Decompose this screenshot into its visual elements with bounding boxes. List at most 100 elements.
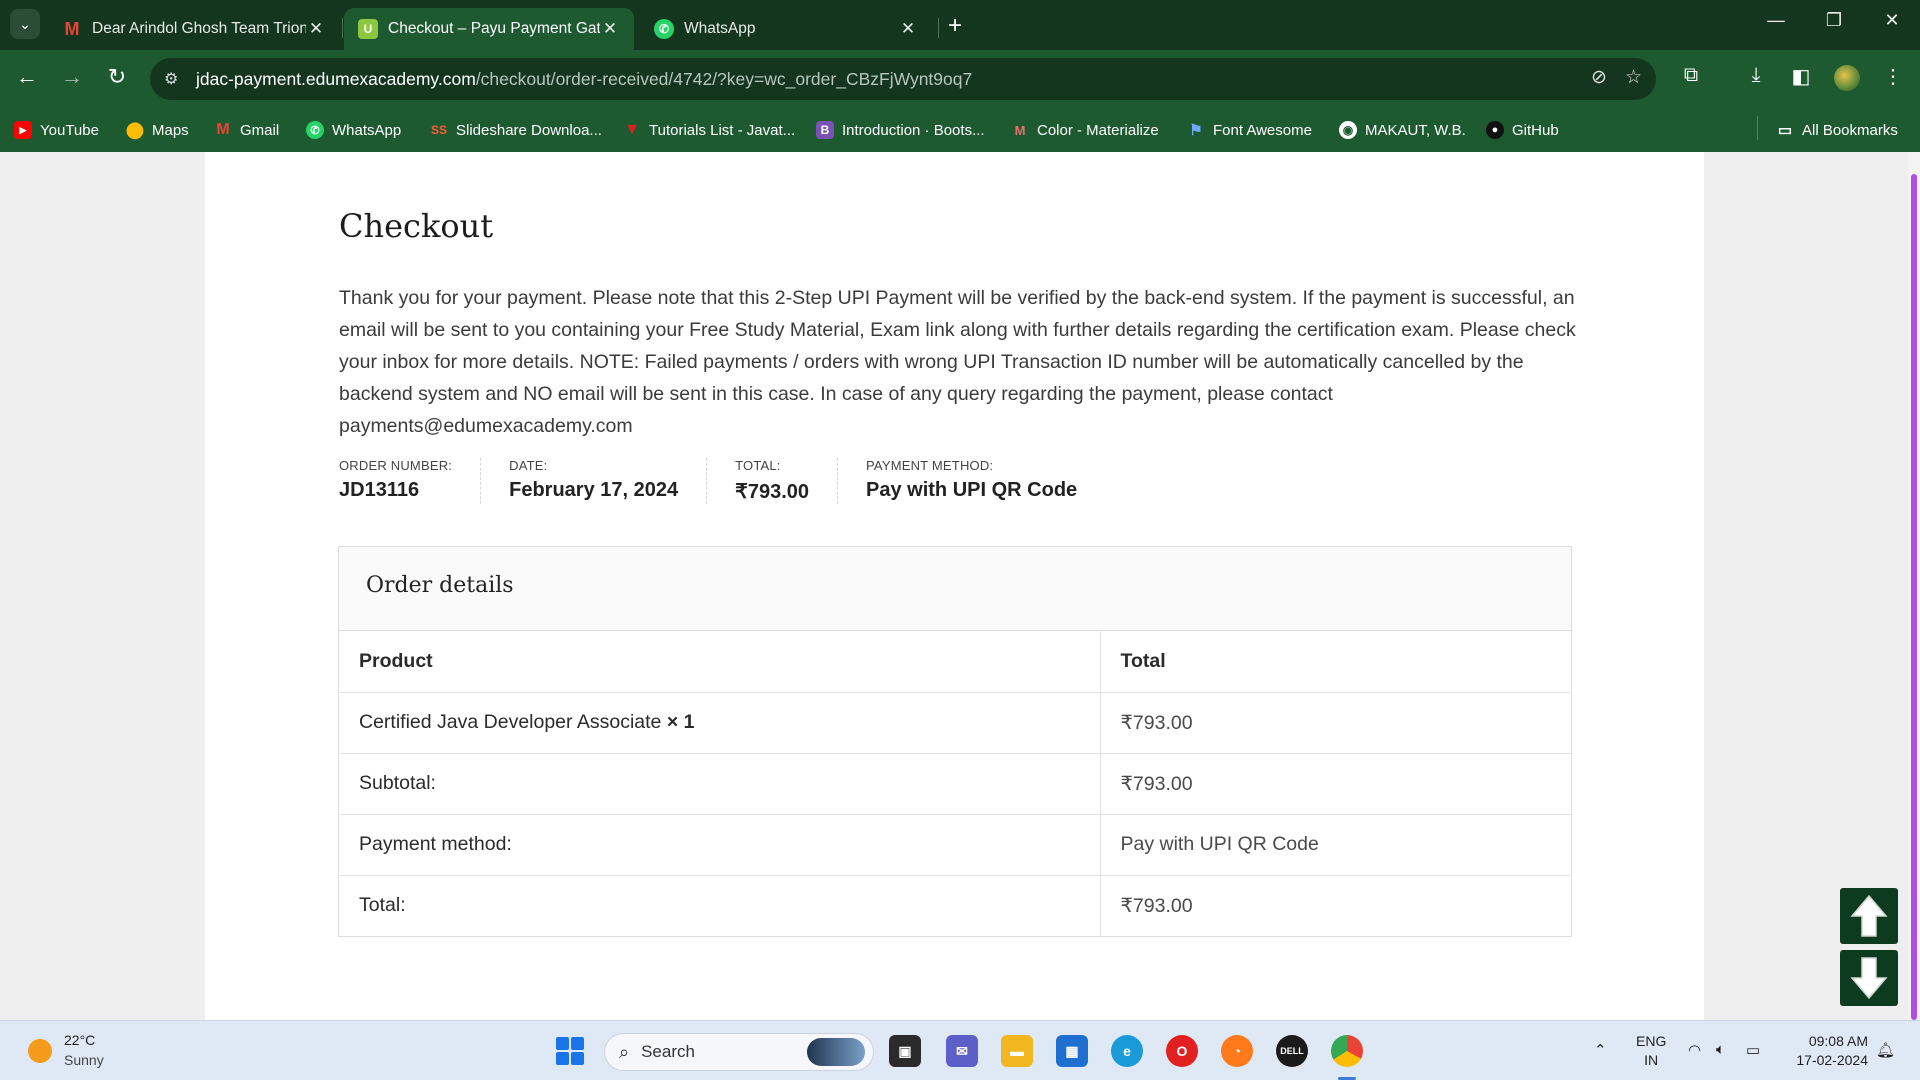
address-bar[interactable]: ⚙ jdac-payment.edumexacademy.com/checkou… xyxy=(150,58,1656,100)
scroll-down-button[interactable] xyxy=(1840,950,1898,1006)
download-icon[interactable]: ⤓ xyxy=(1741,64,1771,87)
windows-start-icon[interactable] xyxy=(556,1037,584,1065)
bookmark-gmail[interactable]: M Gmail xyxy=(214,116,279,144)
bookmark-javatpoint[interactable]: ▼ Tutorials List - Javat... xyxy=(623,116,795,144)
chrome-icon[interactable] xyxy=(1331,1035,1363,1067)
whatsapp-icon: ✆ xyxy=(654,19,674,39)
tab-search-button[interactable]: ⌄ xyxy=(10,9,40,39)
bookmark-slideshare[interactable]: SS Slideshare Downloa... xyxy=(430,116,602,144)
bookmark-label: YouTube xyxy=(40,121,99,139)
battery-icon[interactable]: ▭ xyxy=(1746,1041,1760,1059)
notification-bell-icon[interactable]: 🔔︎ xyxy=(1876,1041,1895,1059)
page-viewport: Checkout Thank you for your payment. Ple… xyxy=(0,152,1920,1020)
order-number-label: Order number: xyxy=(339,458,453,473)
tab-title: Dear Arindol Ghosh Team Trion xyxy=(92,20,306,37)
order-total-value: ₹793.00 xyxy=(735,481,810,503)
scrollbar-thumb[interactable] xyxy=(1911,174,1917,1020)
subtotal-label: Subtotal: xyxy=(339,753,1101,815)
bookmark-youtube[interactable]: ▶ YouTube xyxy=(14,116,99,144)
bookmark-whatsapp[interactable]: ✆ WhatsApp xyxy=(306,116,401,144)
chevron-up-icon[interactable]: ⌃ xyxy=(1594,1041,1607,1059)
bookmark-label: Introduction · Boots... xyxy=(842,121,985,139)
weather-description[interactable]: Sunny xyxy=(64,1052,104,1068)
product-cell: Certified Java Developer Associate × 1 xyxy=(339,692,1101,754)
order-date: Date: February 17, 2024 xyxy=(509,458,708,504)
tab-separator xyxy=(342,18,343,38)
bookmark-makaut[interactable]: ◉ MAKAUT, W.B. xyxy=(1339,116,1466,144)
url-text[interactable]: jdac-payment.edumexacademy.com/checkout/… xyxy=(196,69,972,90)
weather-temperature[interactable]: 22°C xyxy=(64,1032,95,1048)
microsoft-store-icon[interactable]: ▦ xyxy=(1056,1035,1088,1067)
extensions-icon[interactable]: ⧉ xyxy=(1676,64,1706,87)
tab-checkout[interactable]: U Checkout – Payu Payment Gate ✕ xyxy=(344,8,634,50)
restore-icon[interactable]: ❐ xyxy=(1814,10,1854,31)
bookmark-label: All Bookmarks xyxy=(1802,121,1898,139)
task-view-icon[interactable]: ▣ xyxy=(889,1035,921,1067)
system-clock[interactable]: 09:08 AM 17-02-2024 xyxy=(1788,1032,1868,1070)
tab-separator xyxy=(938,18,939,38)
product-name-link[interactable]: Certified Java Developer Associate xyxy=(359,711,661,733)
tab-gmail[interactable]: M Dear Arindol Ghosh Team Trion ✕ xyxy=(48,8,340,50)
payment-notice: Thank you for your payment. Please note … xyxy=(339,287,1576,437)
eye-off-icon[interactable]: ⊘ xyxy=(1591,66,1607,89)
chevron-down-icon: ⌄ xyxy=(19,15,31,32)
page-title: Checkout xyxy=(339,207,494,245)
close-icon[interactable]: ✕ xyxy=(600,19,620,39)
payment-method-row-label: Payment method: xyxy=(339,814,1101,876)
file-explorer-icon[interactable]: ▬ xyxy=(1001,1035,1033,1067)
wifi-icon[interactable]: ◠ xyxy=(1688,1041,1701,1059)
opera-icon[interactable]: O xyxy=(1166,1035,1198,1067)
map-pin-icon: ⬤ xyxy=(126,122,144,139)
tab-whatsapp[interactable]: ✆ WhatsApp ✕ xyxy=(640,8,932,50)
total-label: Total: xyxy=(339,875,1101,936)
dell-icon[interactable]: DELL xyxy=(1276,1035,1308,1067)
all-bookmarks-button[interactable]: ▭ All Bookmarks xyxy=(1776,116,1898,144)
language-indicator[interactable]: ENG IN xyxy=(1636,1032,1666,1070)
bookmark-maps[interactable]: ⬤ Maps xyxy=(126,116,189,144)
bookmark-bootstrap[interactable]: B Introduction · Boots... xyxy=(816,116,985,144)
profile-avatar[interactable] xyxy=(1834,65,1860,91)
edge-icon[interactable]: e xyxy=(1111,1035,1143,1067)
minimize-icon[interactable]: — xyxy=(1756,10,1796,31)
bookmark-fontawesome[interactable]: ⚑ Font Awesome xyxy=(1187,116,1312,144)
order-details-box: Order details Product Total Certified Ja… xyxy=(338,546,1572,937)
bookmarks-bar: ▶ YouTube ⬤ Maps M Gmail ✆ WhatsApp SS Slides… xyxy=(0,108,1920,152)
search-placeholder: Search xyxy=(641,1042,695,1061)
table-header-row: Product Total xyxy=(339,631,1571,693)
close-window-icon[interactable]: ✕ xyxy=(1872,10,1912,31)
bookmark-label: WhatsApp xyxy=(332,121,402,139)
folder-icon: ▭ xyxy=(1777,122,1793,139)
payment-method-label: Payment method: xyxy=(866,458,994,473)
bookmark-github[interactable]: ● GitHub xyxy=(1486,116,1559,144)
menu-icon[interactable]: ⋮ xyxy=(1878,64,1908,89)
sun-icon[interactable] xyxy=(28,1039,52,1063)
browser-toolbar: ← → ↻ ⚙ jdac-payment.edumexacademy.com/c… xyxy=(0,50,1920,108)
taskbar-search[interactable]: ⌕ Search xyxy=(604,1033,874,1071)
gmail-icon: M xyxy=(64,18,80,39)
teams-chat-icon[interactable]: ✉ xyxy=(946,1035,978,1067)
search-icon: ⌕ xyxy=(619,1041,630,1062)
scroll-up-button[interactable] xyxy=(1840,888,1898,944)
close-icon[interactable]: ✕ xyxy=(306,19,326,39)
bookmark-label: MAKAUT, W.B. xyxy=(1365,121,1466,139)
close-icon[interactable]: ✕ xyxy=(898,19,918,39)
order-number: Order number: JD13116 xyxy=(339,458,482,504)
table-row: Total: ₹793.00 xyxy=(339,875,1571,936)
order-number-value: JD13116 xyxy=(339,479,420,501)
firefox-icon[interactable]: ◔ xyxy=(1221,1035,1253,1067)
bookmark-label: Font Awesome xyxy=(1213,121,1312,139)
back-arrow-icon[interactable]: ← xyxy=(12,64,42,90)
volume-icon[interactable]: 🔈︎ xyxy=(1716,1041,1725,1058)
slideshare-icon: SS xyxy=(430,123,447,137)
star-icon[interactable]: ☆ xyxy=(1625,66,1642,89)
bookmark-label: Maps xyxy=(152,121,189,139)
order-date-value: February 17, 2024 xyxy=(509,479,679,501)
side-panel-icon[interactable]: ◧ xyxy=(1786,64,1816,89)
new-tab-button[interactable]: + xyxy=(948,12,962,40)
arrow-up-icon xyxy=(1850,894,1888,937)
url-host: jdac-payment.edumexacademy.com xyxy=(196,68,476,89)
reload-icon[interactable]: ↻ xyxy=(102,64,132,90)
bookmark-materialize[interactable]: M Color - Materialize xyxy=(1011,116,1159,144)
site-info-icon[interactable]: ⚙ xyxy=(164,69,186,89)
forward-arrow-icon[interactable]: → xyxy=(57,64,87,90)
